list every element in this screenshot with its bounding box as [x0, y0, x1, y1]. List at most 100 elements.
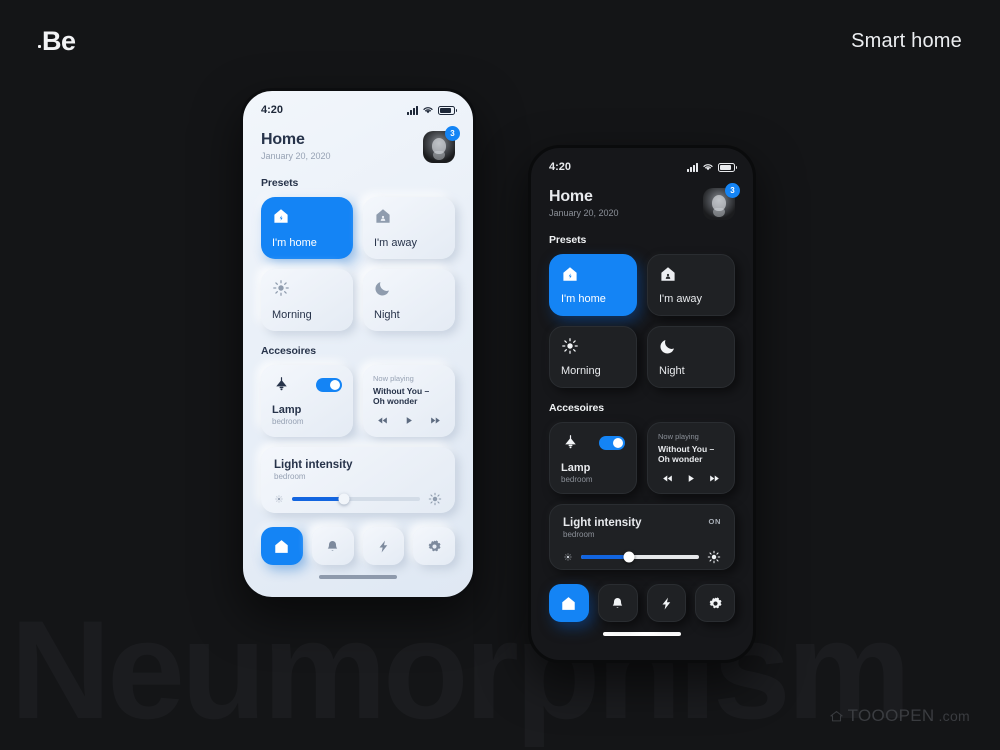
cloud-house-icon: [829, 710, 843, 721]
preset-label: Night: [374, 309, 400, 321]
sun-icon: [273, 280, 289, 296]
toggle-knob: [330, 379, 340, 390]
track-title: Without You – Oh wonder: [658, 444, 724, 465]
page-title: Smart home: [851, 30, 962, 52]
house-person-icon: [661, 267, 675, 281]
preset-night[interactable]: Night: [647, 326, 735, 388]
avatar-button[interactable]: 3: [703, 183, 740, 220]
credit-label: TOOOPEN: [847, 706, 935, 725]
presets-grid: I'm home I'm away Morning Night: [549, 254, 735, 388]
rewind-icon[interactable]: [661, 473, 674, 484]
brightness-track[interactable]: [581, 551, 699, 563]
credit-badge: TOOOPEN .com: [829, 706, 970, 726]
lamp-room: bedroom: [561, 475, 593, 484]
bottom-nav: [261, 527, 455, 565]
media-player-card[interactable]: Now playing Without You – Oh wonder: [647, 422, 735, 494]
preset-label: I'm away: [659, 293, 703, 305]
phone-mockup-light: 4:20 Home January 20, 2020 3 Presets I'm…: [240, 88, 476, 600]
play-icon[interactable]: [686, 473, 696, 484]
light-intensity-room: bedroom: [274, 472, 306, 481]
brightness-track[interactable]: [292, 493, 420, 505]
house-person-icon: [376, 209, 390, 223]
accessory-lamp-card[interactable]: Lamp bedroom: [261, 365, 353, 437]
nav-settings-button[interactable]: [695, 584, 735, 622]
home-title: Home: [261, 131, 305, 148]
light-intensity-header: Light intensity bedroom: [274, 459, 442, 481]
nav-settings-button[interactable]: [413, 527, 455, 565]
gear-icon: [709, 596, 722, 608]
home-icon: [275, 539, 289, 553]
preset-label: Morning: [561, 365, 601, 377]
preset-morning[interactable]: Morning: [549, 326, 637, 388]
battery-icon: [438, 105, 457, 115]
light-intensity-text: Light intensity bedroom: [274, 459, 353, 481]
section-accessoires-label: Accesoires: [549, 402, 605, 414]
bolt-icon: [379, 540, 388, 552]
preset-label: I'm home: [272, 237, 317, 249]
signal-bars-icon: [687, 162, 698, 172]
preset-morning[interactable]: Morning: [261, 269, 353, 331]
now-playing-label: Now playing: [658, 432, 699, 441]
lamp-name: Lamp: [272, 404, 302, 416]
nav-home-button[interactable]: [261, 527, 303, 565]
credit-suffix: .com: [938, 708, 970, 724]
preset-night[interactable]: Night: [363, 269, 455, 331]
status-bar: 4:20: [261, 91, 457, 121]
light-intensity-title: Light intensity: [563, 517, 642, 529]
brightness-knob[interactable]: [623, 551, 635, 563]
light-intensity-card[interactable]: Light intensity bedroom ON: [549, 504, 735, 570]
accessory-lamp-card[interactable]: Lamp bedroom: [549, 422, 637, 494]
house-bolt-icon: [274, 209, 288, 223]
lamp-room: bedroom: [272, 417, 304, 426]
lamp-toggle[interactable]: [316, 377, 342, 392]
light-intensity-room: bedroom: [563, 530, 595, 539]
track-line-1: Without You –: [658, 444, 715, 454]
preset-im-home[interactable]: I'm home: [261, 197, 353, 259]
preset-im-home[interactable]: I'm home: [549, 254, 637, 316]
home-date: January 20, 2020: [261, 151, 331, 161]
media-controls: [373, 415, 445, 426]
bell-icon: [612, 597, 623, 608]
notification-badge: 3: [445, 126, 460, 141]
accessoires-grid: Lamp bedroom Now playing Without You – O…: [549, 422, 735, 494]
header-text: Home January 20, 2020: [261, 131, 331, 161]
nav-home-button[interactable]: [549, 584, 589, 622]
fast-forward-icon[interactable]: [429, 415, 442, 426]
brightness-low-icon: [564, 553, 572, 561]
fast-forward-icon[interactable]: [708, 473, 721, 484]
track-line-1: Without You –: [373, 386, 430, 396]
brightness-slider-row[interactable]: [563, 550, 721, 564]
lamp-toggle[interactable]: [599, 435, 625, 450]
brightness-knob[interactable]: [338, 493, 350, 505]
preset-im-away[interactable]: I'm away: [363, 197, 455, 259]
light-intensity-status: ON: [708, 517, 721, 526]
preset-im-away[interactable]: I'm away: [647, 254, 735, 316]
nav-notifications-button[interactable]: [597, 584, 638, 622]
light-intensity-title: Light intensity: [274, 459, 353, 471]
gear-icon: [428, 539, 441, 551]
app-screen-light: 4:20 Home January 20, 2020 3 Presets I'm…: [243, 91, 473, 597]
phone-mockup-dark: 4:20 Home January 20, 2020 3 Presets I'm…: [528, 145, 756, 663]
rewind-icon[interactable]: [376, 415, 389, 426]
media-player-card[interactable]: Now playing Without You – Oh wonder: [363, 365, 455, 437]
notification-badge: 3: [725, 183, 740, 198]
brand-label: Be: [42, 26, 76, 56]
wifi-icon: [703, 164, 713, 171]
nav-notifications-button[interactable]: [311, 527, 354, 565]
bell-icon: [327, 540, 338, 551]
track-title: Without You – Oh wonder: [373, 386, 445, 407]
battery-icon: [718, 162, 737, 172]
lamp-name: Lamp: [561, 462, 591, 474]
nav-energy-button[interactable]: [362, 527, 405, 565]
play-icon[interactable]: [404, 415, 414, 426]
brand-dot: [38, 45, 41, 48]
section-accessoires-label: Accesoires: [261, 345, 317, 357]
preset-label: Night: [659, 365, 685, 377]
nav-energy-button[interactable]: [646, 584, 687, 622]
brightness-slider-row[interactable]: [274, 492, 442, 506]
light-intensity-card[interactable]: Light intensity bedroom: [261, 447, 455, 513]
avatar-button[interactable]: 3: [423, 126, 460, 163]
brightness-high-icon: [707, 550, 721, 564]
track-line-2: Oh wonder: [373, 396, 418, 407]
toggle-knob: [613, 437, 623, 448]
